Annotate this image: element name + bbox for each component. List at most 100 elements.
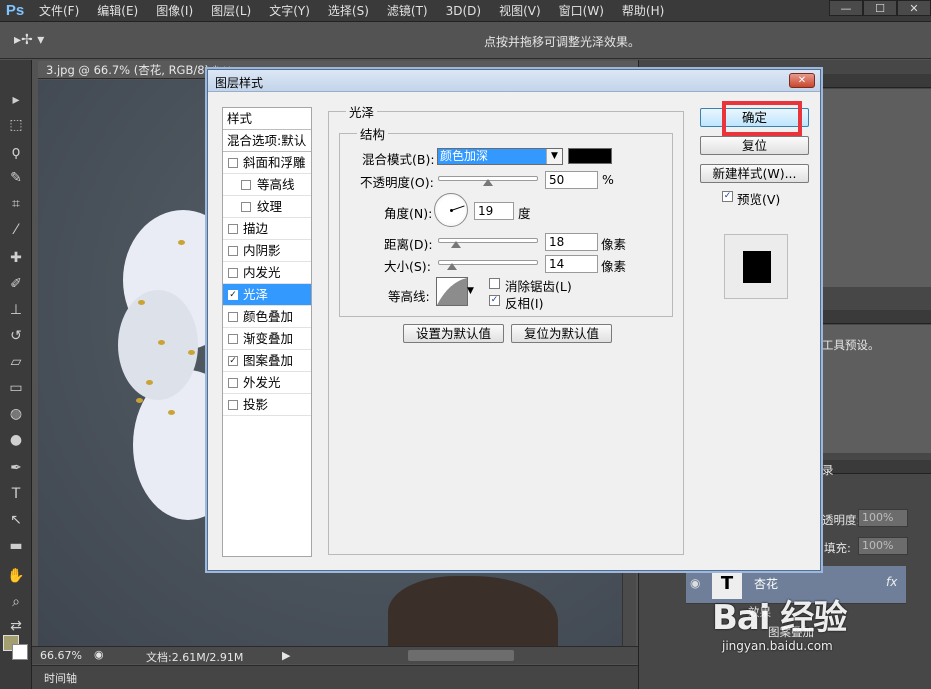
history-brush-icon[interactable]: ↺	[6, 326, 26, 346]
style-item[interactable]: 内发光	[223, 262, 311, 284]
style-item[interactable]: ✓ 光泽	[223, 284, 311, 306]
eyedropper-icon[interactable]: ⁄	[6, 220, 26, 240]
menu-file[interactable]: 文件(F)	[30, 0, 88, 22]
horizontal-scrollbar[interactable]	[408, 650, 514, 661]
set-default-button[interactable]: 设置为默认值	[403, 324, 504, 343]
move-tool-icon[interactable]: ▸✢ ▾	[14, 32, 44, 48]
status-menu-icon[interactable]: ◉	[94, 648, 104, 661]
contour-picker[interactable]	[436, 277, 468, 306]
visibility-eye-icon[interactable]: ◉	[690, 576, 700, 590]
status-arrow-icon[interactable]: ▶	[282, 649, 290, 662]
opacity-slider-thumb[interactable]	[483, 179, 493, 186]
zoom-icon[interactable]: ⌕	[6, 592, 26, 612]
move-icon[interactable]: ▸	[6, 90, 26, 110]
brush-icon[interactable]: ✐	[6, 274, 26, 294]
healing-icon[interactable]: ✚	[6, 248, 26, 268]
style-item[interactable]: 内阴影	[223, 240, 311, 262]
style-item[interactable]: 斜面和浮雕	[223, 152, 311, 174]
close-app-button[interactable]: ✕	[897, 0, 931, 16]
style-item[interactable]: ✓ 图案叠加	[223, 350, 311, 372]
style-item[interactable]: 渐变叠加	[223, 328, 311, 350]
contour-dropdown-icon[interactable]: ▼	[467, 286, 474, 296]
style-item-checkbox[interactable]	[228, 268, 238, 278]
style-item[interactable]: 颜色叠加	[223, 306, 311, 328]
stamp-icon[interactable]: ⊥	[6, 300, 26, 320]
style-item-checkbox[interactable]	[241, 202, 251, 212]
swap-colors-icon[interactable]: ⇄	[6, 616, 26, 636]
hand-icon[interactable]: ✋	[6, 566, 26, 586]
menu-window[interactable]: 窗口(W)	[550, 0, 613, 22]
style-item-checkbox[interactable]	[228, 378, 238, 388]
path-select-icon[interactable]: ↖	[6, 510, 26, 530]
gradient-icon[interactable]: ▭	[6, 378, 26, 398]
style-item-checkbox[interactable]	[228, 312, 238, 322]
size-input[interactable]: 14	[545, 255, 598, 273]
opacity-input[interactable]: 50	[545, 171, 598, 189]
menu-type[interactable]: 文字(Y)	[260, 0, 319, 22]
style-item-checkbox[interactable]: ✓	[228, 356, 238, 366]
menu-filter[interactable]: 滤镜(T)	[378, 0, 437, 22]
ok-button[interactable]: 确定	[700, 108, 809, 127]
satin-color-swatch[interactable]	[568, 148, 612, 164]
layer-style-dialog: 图层样式 ✕ 样式 混合选项:默认 斜面和浮雕 等高线 纹理 描边 内阴影 内发光 ✓ 光泽颜…	[207, 69, 821, 571]
fx-icon[interactable]: fx	[886, 575, 897, 589]
style-item-checkbox[interactable]	[228, 400, 238, 410]
angle-input[interactable]: 19	[474, 202, 514, 220]
eraser-icon[interactable]: ▱	[6, 352, 26, 372]
new-style-button[interactable]: 新建样式(W)...	[700, 164, 809, 183]
quick-select-icon[interactable]: ✎	[6, 168, 26, 188]
dodge-icon[interactable]: ●	[6, 430, 26, 450]
style-item-checkbox[interactable]	[241, 180, 251, 190]
crop-icon[interactable]: ⌗	[6, 194, 26, 214]
style-item-checkbox[interactable]	[228, 334, 238, 344]
styles-header[interactable]: 样式	[223, 108, 311, 130]
style-item-checkbox[interactable]	[228, 246, 238, 256]
blending-options-default[interactable]: 混合选项:默认	[223, 130, 311, 152]
style-item[interactable]: 外发光	[223, 372, 311, 394]
timeline-tab[interactable]: 时间轴	[44, 670, 77, 686]
menu-help[interactable]: 帮助(H)	[613, 0, 673, 22]
satin-group-title: 光泽	[346, 102, 378, 121]
menu-layer[interactable]: 图层(L)	[202, 0, 260, 22]
size-slider-thumb[interactable]	[447, 263, 457, 270]
invert-checkbox[interactable]: ✓	[489, 295, 500, 306]
menu-3d[interactable]: 3D(D)	[437, 0, 490, 22]
type-icon[interactable]: T	[6, 484, 26, 504]
dialog-titlebar[interactable]: 图层样式 ✕	[208, 70, 820, 92]
background-color-swatch[interactable]	[12, 644, 28, 660]
flower-stamen	[136, 398, 143, 403]
pen-icon[interactable]: ✒	[6, 458, 26, 478]
minimize-button[interactable]: —	[829, 0, 863, 16]
distance-input[interactable]: 18	[545, 233, 598, 251]
style-item-checkbox[interactable]	[228, 158, 238, 168]
menu-view[interactable]: 视图(V)	[490, 0, 550, 22]
menu-image[interactable]: 图像(I)	[147, 0, 202, 22]
reset-button[interactable]: 复位	[700, 136, 809, 155]
zoom-level[interactable]: 66.67%	[40, 649, 82, 662]
angle-dial[interactable]	[434, 193, 468, 227]
style-item-checkbox[interactable]	[228, 224, 238, 234]
shape-icon[interactable]: ▬	[6, 536, 26, 556]
preview-checkbox[interactable]: ✓	[722, 191, 733, 202]
layer-opacity-input[interactable]: 100%	[858, 509, 908, 527]
reset-default-button[interactable]: 复位为默认值	[511, 324, 612, 343]
antialias-checkbox[interactable]	[489, 278, 500, 289]
layers-tab[interactable]: 录	[822, 462, 834, 478]
menu-select[interactable]: 选择(S)	[319, 0, 378, 22]
style-item-checkbox[interactable]: ✓	[228, 290, 238, 300]
dialog-close-button[interactable]: ✕	[789, 73, 815, 88]
style-item-label: 纹理	[257, 199, 283, 214]
blend-mode-select[interactable]: 颜色加深 ▼	[437, 148, 563, 165]
style-item[interactable]: 投影	[223, 394, 311, 416]
lasso-icon[interactable]: ϙ	[6, 142, 26, 162]
style-item[interactable]: 等高线	[223, 174, 311, 196]
marquee-icon[interactable]: ⬚	[6, 115, 26, 135]
distance-slider-thumb[interactable]	[451, 241, 461, 248]
style-item[interactable]: 描边	[223, 218, 311, 240]
style-item[interactable]: 纹理	[223, 196, 311, 218]
blur-icon[interactable]: ◍	[6, 404, 26, 424]
distance-unit: 像素	[601, 237, 627, 252]
maximize-button[interactable]: ☐	[863, 0, 897, 16]
menu-edit[interactable]: 编辑(E)	[88, 0, 147, 22]
layer-fill-input[interactable]: 100%	[858, 537, 908, 555]
